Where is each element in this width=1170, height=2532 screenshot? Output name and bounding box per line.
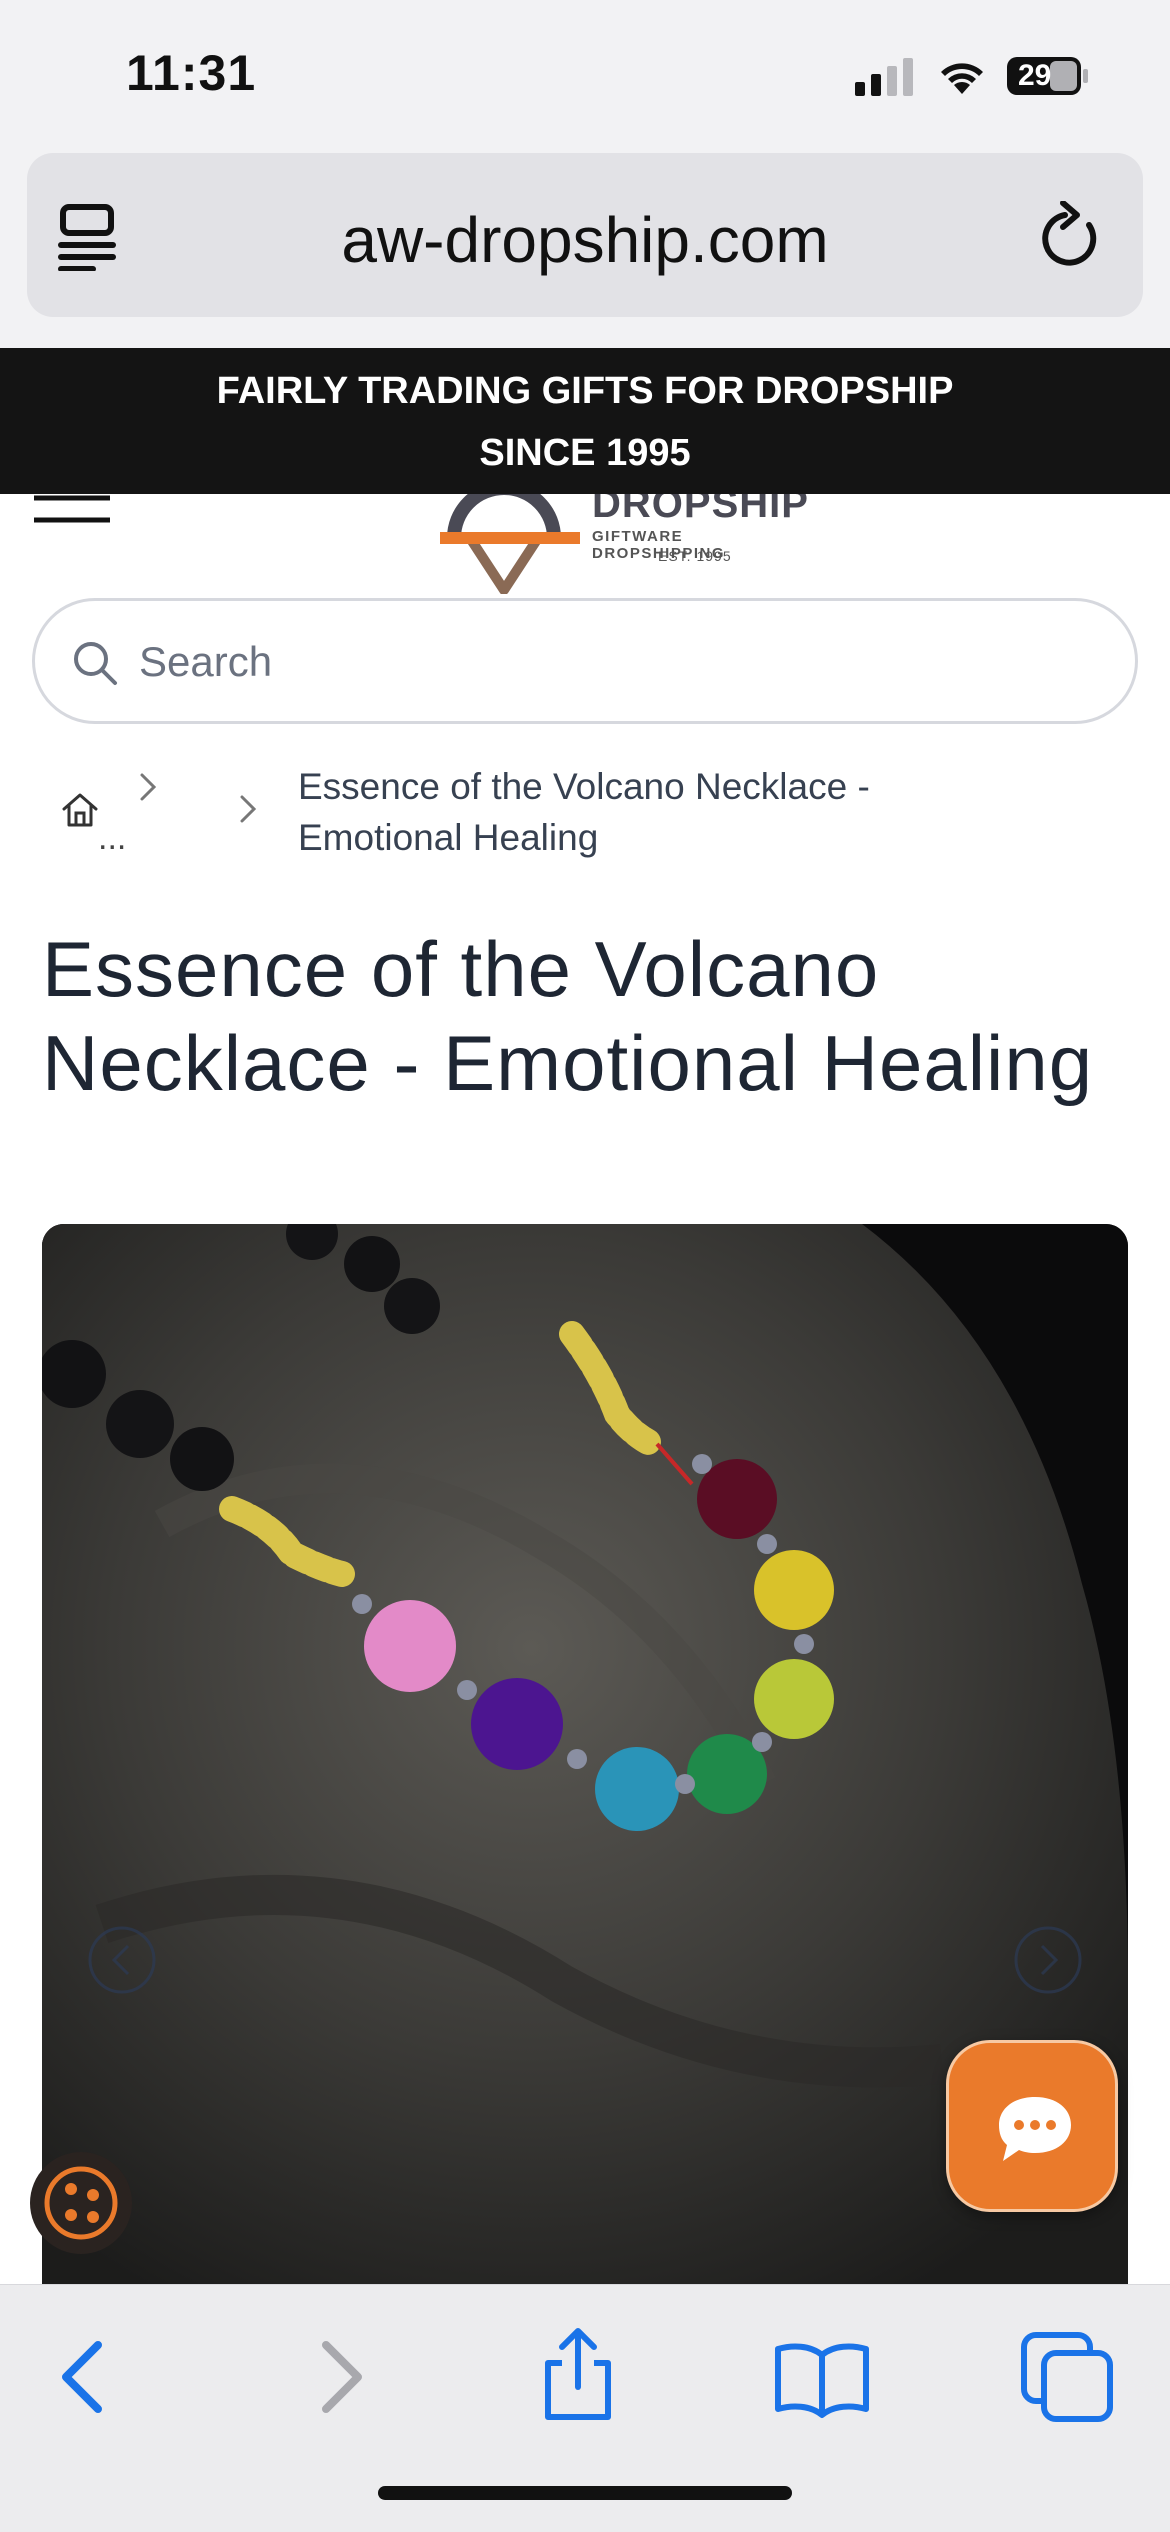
hamburger-menu-icon[interactable] (32, 494, 112, 526)
wifi-icon (941, 63, 983, 94)
promo-line-1: FAIRLY TRADING GIFTS FOR DROPSHIP (216, 370, 954, 412)
battery-icon: 29 (1006, 56, 1090, 96)
logo-established: EST. 1995 (658, 548, 732, 564)
address-bar[interactable]: aw-dropship.com (27, 153, 1143, 317)
breadcrumb-current: Essence of the Volcano Necklace - Emotio… (298, 761, 998, 863)
site-logo[interactable]: DROPSHIP GIFTWARE DROPSHIPPING EST. 1995 (440, 494, 820, 594)
reload-icon[interactable] (1041, 201, 1103, 271)
carousel-next-icon[interactable] (1012, 1924, 1084, 1996)
promo-line-2: SINCE 1995 (479, 432, 691, 474)
cellular-signal-icon (855, 58, 913, 96)
logo-mark-icon (440, 494, 580, 594)
carousel-prev-icon[interactable] (86, 1924, 158, 1996)
home-indicator (378, 2486, 792, 2500)
tabs-icon[interactable] (1018, 2325, 1118, 2425)
clock: 11:31 (126, 45, 257, 101)
promo-banner: FAIRLY TRADING GIFTS FOR DROPSHIP SINCE … (0, 348, 1170, 494)
logo-wordmark: DROPSHIP (592, 494, 809, 526)
search-input[interactable] (139, 629, 1039, 695)
bookmarks-icon[interactable] (772, 2325, 872, 2425)
breadcrumb-separator-icon (240, 795, 257, 823)
chat-bubble-icon (999, 2097, 1071, 2161)
cookie-icon (44, 2166, 118, 2240)
search-icon (74, 642, 117, 685)
browser-chrome: aw-dropship.com (0, 150, 1170, 348)
product-title: Essence of the Volcano Necklace - Emotio… (42, 925, 1094, 1107)
home-icon[interactable] (60, 791, 100, 829)
chat-button[interactable] (946, 2040, 1118, 2212)
breadcrumb-current-line-2: Emotional Healing (298, 817, 599, 858)
breadcrumb-separator-icon (140, 773, 157, 801)
breadcrumb: ... Essence of the Volcano Necklace - Em… (0, 755, 1170, 865)
url-text[interactable]: aw-dropship.com (27, 203, 1143, 277)
status-bar: 11:31 29 (0, 0, 1170, 150)
back-icon[interactable] (36, 2325, 136, 2425)
cookie-settings-button[interactable] (30, 2152, 132, 2254)
search-box[interactable] (32, 598, 1138, 724)
battery-level: 29 (1018, 59, 1052, 92)
breadcrumb-current-line-1: Essence of the Volcano Necklace - (298, 766, 870, 807)
forward-icon[interactable] (288, 2325, 388, 2425)
site-header: DROPSHIP GIFTWARE DROPSHIPPING EST. 1995 (0, 494, 1170, 594)
breadcrumb-ellipsis[interactable]: ... (98, 819, 126, 858)
share-icon[interactable] (528, 2325, 628, 2425)
